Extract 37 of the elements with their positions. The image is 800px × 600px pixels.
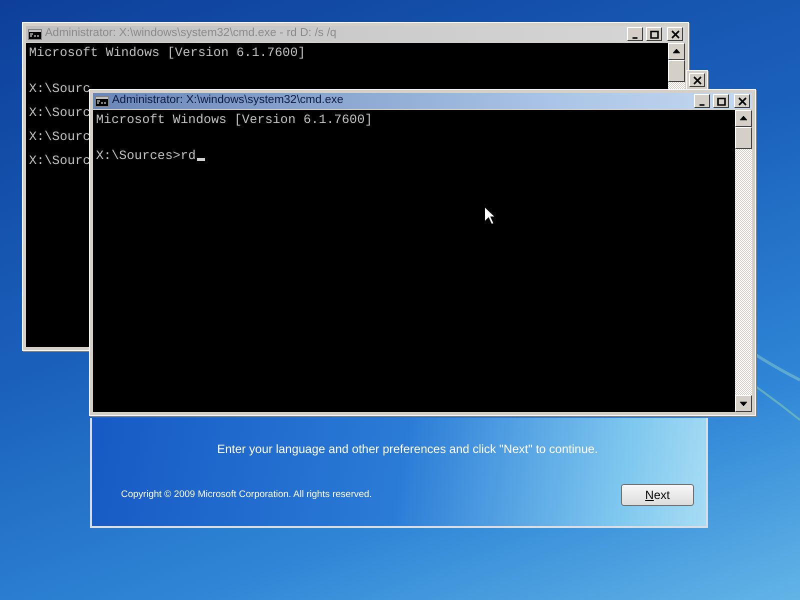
scroll-up-icon xyxy=(739,114,748,123)
minimize-icon xyxy=(632,36,638,38)
close-button[interactable] xyxy=(667,27,683,41)
console-line: X:\Sources>rd xyxy=(96,150,205,162)
minimize-button[interactable] xyxy=(627,27,643,41)
scroll-up-icon xyxy=(672,47,681,56)
console-icon xyxy=(95,96,109,106)
close-button[interactable] xyxy=(689,73,705,87)
console-line: Microsoft Windows [Version 6.1.7600] xyxy=(29,47,306,59)
console-line: X:\Sourc xyxy=(29,155,90,167)
next-button[interactable]: Next xyxy=(621,484,694,506)
close-icon xyxy=(692,76,702,84)
scrollbar-thumb[interactable] xyxy=(735,127,752,149)
minimize-icon xyxy=(699,104,705,106)
console-icon xyxy=(28,28,42,40)
window-title: Administrator: X:\windows\system32\cmd.exe - rd D: /s /q xyxy=(45,26,338,42)
instruction-text: Enter your language and other preferences and click "Next" to continue. xyxy=(216,441,599,458)
scroll-down-button[interactable] xyxy=(735,395,752,412)
close-icon xyxy=(738,96,746,106)
scroll-down-icon xyxy=(739,399,748,408)
mouse-pointer-icon xyxy=(484,206,496,225)
close-icon xyxy=(670,30,680,38)
console-line: X:\Sourc xyxy=(29,83,90,95)
scrollbar-thumb[interactable] xyxy=(668,60,685,82)
minimize-button[interactable] xyxy=(694,94,710,108)
copyright-text: Copyright © 2009 Microsoft Corporation. All rights reserved. xyxy=(121,488,372,502)
scroll-up-button[interactable] xyxy=(735,110,752,127)
console-line: X:\Sourc xyxy=(29,107,90,119)
maximize-button[interactable] xyxy=(713,94,729,108)
maximize-button[interactable] xyxy=(646,27,662,41)
close-button[interactable] xyxy=(734,94,750,108)
maximize-icon xyxy=(650,30,658,38)
window-title: Administrator: X:\windows\system32\cmd.exe xyxy=(112,93,344,108)
scroll-up-button[interactable] xyxy=(668,43,685,60)
console-line: Microsoft Windows [Version 6.1.7600] xyxy=(96,114,372,126)
maximize-icon xyxy=(716,96,726,106)
console-line: X:\Sourc xyxy=(29,131,90,143)
